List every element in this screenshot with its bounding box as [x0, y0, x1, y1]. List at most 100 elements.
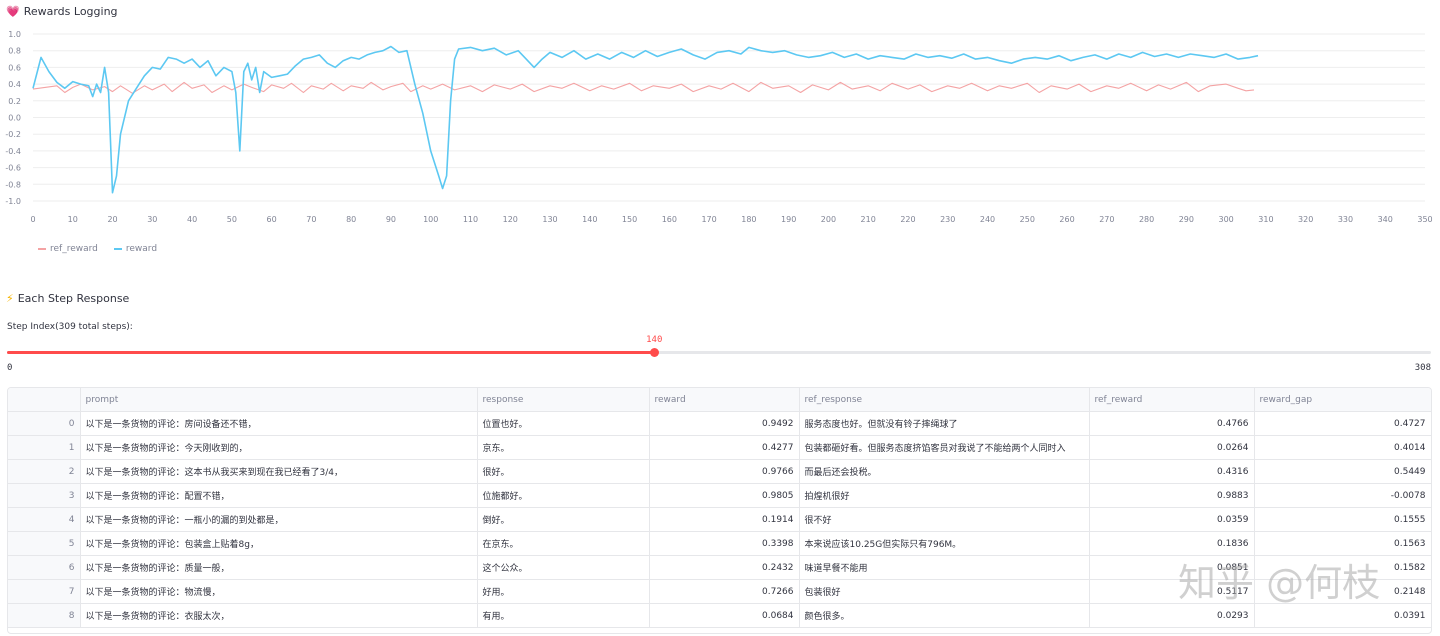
legend-label-ref-reward: ref_reward: [50, 244, 98, 254]
cell-prompt[interactable]: 以下是一条货物的评论：房间设备还不错，: [80, 411, 478, 436]
y-tick-label: 0.4: [8, 80, 21, 89]
cell-reward[interactable]: 0.3398: [649, 531, 800, 556]
x-tick-label: 200: [821, 215, 836, 224]
legend-item-ref-reward[interactable]: ref_reward: [38, 244, 98, 254]
cell-index[interactable]: 6: [8, 555, 81, 580]
x-tick-label: 170: [701, 215, 716, 224]
cell-prompt[interactable]: 以下是一条货物的评论：配置不错，: [80, 483, 478, 508]
cell-ref-reward[interactable]: 0.9883: [1089, 483, 1255, 508]
x-tick-label: 260: [1059, 215, 1074, 224]
cell-response[interactable]: 位置也好。: [477, 411, 650, 436]
cell-ref-response[interactable]: 很不好: [799, 507, 1090, 532]
cell-index[interactable]: 4: [8, 507, 81, 532]
legend-swatch-ref-reward: [38, 248, 46, 250]
table-row[interactable]: 8 以下是一条货物的评论：衣服太次， 有用。 0.0684 颜色很多。 0.0293 0.0…: [8, 603, 1431, 628]
cell-reward-gap[interactable]: 0.4014: [1254, 435, 1431, 460]
legend-label-reward: reward: [125, 244, 158, 254]
x-tick-label: 290: [1179, 215, 1194, 224]
slider-thumb[interactable]: [650, 348, 660, 357]
cell-response[interactable]: 很好。: [477, 459, 650, 484]
x-tick-label: 40: [187, 215, 197, 224]
x-tick-label: 280: [1139, 215, 1154, 224]
column-header-ref-reward[interactable]: ref_reward: [1089, 388, 1255, 412]
cell-index[interactable]: 3: [8, 483, 81, 508]
step-index-label: Step Index(309 total steps):: [7, 322, 133, 332]
column-header-ref-response[interactable]: ref_response: [799, 388, 1090, 412]
cell-reward[interactable]: 0.7266: [649, 579, 800, 604]
cell-ref-reward[interactable]: 0.4316: [1089, 459, 1255, 484]
cell-index[interactable]: 5: [8, 531, 81, 556]
cell-response[interactable]: 位施都好。: [477, 483, 650, 508]
x-tick-label: 110: [463, 215, 478, 224]
cell-ref-response[interactable]: 包装都砸好看。但服务态度挤馅客员对我说了不能给两个人同时入: [799, 435, 1090, 460]
x-tick-label: 0: [30, 215, 35, 224]
cell-reward[interactable]: 0.9492: [649, 411, 800, 436]
cell-index[interactable]: 1: [8, 435, 81, 460]
cell-reward-gap[interactable]: 0.1555: [1254, 507, 1431, 532]
cell-prompt[interactable]: 以下是一条货物的评论：衣服太次，: [80, 603, 478, 628]
cell-index[interactable]: 8: [8, 603, 81, 628]
cell-reward-gap[interactable]: 0.5449: [1254, 459, 1431, 484]
cell-prompt[interactable]: 以下是一条货物的评论：今天刚收到的，: [80, 435, 478, 460]
cell-response[interactable]: 京东。: [477, 435, 650, 460]
legend-item-reward[interactable]: reward: [113, 244, 158, 254]
table-row[interactable]: 4 以下是一条货物的评论：一瓶小的漏的到处都是， 倒好。 0.1914 很不好 0.035…: [8, 507, 1431, 532]
x-tick-label: 160: [662, 215, 677, 224]
cell-ref-response[interactable]: 包装很好: [799, 579, 1090, 604]
column-header-reward[interactable]: reward: [649, 388, 800, 412]
cell-ref-response[interactable]: 颜色很多。: [799, 603, 1090, 628]
cell-response[interactable]: 有用。: [477, 603, 650, 628]
cell-index[interactable]: 2: [8, 459, 81, 484]
cell-ref-reward[interactable]: 0.0359: [1089, 507, 1255, 532]
cell-reward[interactable]: 0.9805: [649, 483, 800, 508]
cell-response[interactable]: 倒好。: [477, 507, 650, 532]
cell-prompt[interactable]: 以下是一条货物的评论：质量一般，: [80, 555, 478, 580]
lightning-icon: ⚡: [6, 292, 14, 305]
cell-reward[interactable]: 0.2432: [649, 555, 800, 580]
rewards-chart[interactable]: 1.0 0.8 0.6 0.4 0.2 0.0 -0.2 -0.4 -0.6 -0.8 -1.0 0 1…: [0, 24, 1440, 264]
cell-ref-response[interactable]: 而最后还会投税。: [799, 459, 1090, 484]
column-header-prompt[interactable]: prompt: [80, 388, 478, 412]
cell-reward[interactable]: 0.4277: [649, 435, 800, 460]
cell-prompt[interactable]: 以下是一条货物的评论：物流慢，: [80, 579, 478, 604]
cell-ref-response[interactable]: 本来说应该10.25G但实际只有796M。: [799, 531, 1090, 556]
cell-reward-gap[interactable]: 0.4727: [1254, 411, 1431, 436]
x-tick-label: 350: [1417, 215, 1432, 224]
cell-prompt[interactable]: 以下是一条货物的评论：一瓶小的漏的到处都是，: [80, 507, 478, 532]
slider-min-label: 0: [7, 363, 13, 373]
table-row[interactable]: 2 以下是一条货物的评论：这本书从我买来到现在我已经看了3/4， 很好。 0.9766…: [8, 459, 1431, 484]
column-header-response[interactable]: response: [477, 388, 650, 412]
x-tick-label: 270: [1099, 215, 1114, 224]
cell-ref-reward[interactable]: 0.4766: [1089, 411, 1255, 436]
x-tick-label: 210: [861, 215, 876, 224]
cell-response[interactable]: 这个公众。: [477, 555, 650, 580]
table-row[interactable]: 3 以下是一条货物的评论：配置不错， 位施都好。 0.9805 拍煌机很好 0.9883-…: [8, 483, 1431, 508]
rewards-logging-title: 💗 Rewards Logging: [6, 5, 118, 18]
x-tick-label: 150: [622, 215, 637, 224]
x-tick-label: 250: [1020, 215, 1035, 224]
cell-ref-reward[interactable]: 0.0264: [1089, 435, 1255, 460]
cell-reward[interactable]: 0.9766: [649, 459, 800, 484]
table-row[interactable]: 0 以下是一条货物的评论：房间设备还不错， 位置也好。 0.9492 服务态度也好。但就…: [8, 411, 1431, 436]
step-index-slider[interactable]: 140: [7, 335, 1431, 357]
cell-reward[interactable]: 0.1914: [649, 507, 800, 532]
cell-index[interactable]: 0: [8, 411, 81, 436]
column-header-index[interactable]: [8, 388, 81, 412]
cell-ref-response[interactable]: 拍煌机很好: [799, 483, 1090, 508]
x-tick-label: 120: [503, 215, 518, 224]
cell-response[interactable]: 好用。: [477, 579, 650, 604]
rewards-chart-svg: 1.0 0.8 0.6 0.4 0.2 0.0 -0.2 -0.4 -0.6 -0.8 -1.0 0 1…: [5, 30, 1432, 224]
cell-ref-response[interactable]: 服务态度也好。但就没有铃子摔绳球了: [799, 411, 1090, 436]
cell-reward-gap[interactable]: -0.0078: [1254, 483, 1431, 508]
cell-ref-reward[interactable]: 0.0293: [1089, 603, 1255, 628]
cell-prompt[interactable]: 以下是一条货物的评论：这本书从我买来到现在我已经看了3/4，: [80, 459, 478, 484]
table-row[interactable]: 1 以下是一条货物的评论：今天刚收到的， 京东。 0.4277 包装都砸好看。但服务态度…: [8, 435, 1431, 460]
cell-prompt[interactable]: 以下是一条货物的评论：包装盒上贴着8g，: [80, 531, 478, 556]
column-header-reward-gap[interactable]: reward_gap: [1254, 388, 1431, 412]
cell-reward[interactable]: 0.0684: [649, 603, 800, 628]
cell-ref-response[interactable]: 味道早餐不能用: [799, 555, 1090, 580]
x-tick-label: 70: [306, 215, 316, 224]
cell-response[interactable]: 在京东。: [477, 531, 650, 556]
cell-reward-gap[interactable]: 0.0391: [1254, 603, 1431, 628]
cell-index[interactable]: 7: [8, 579, 81, 604]
